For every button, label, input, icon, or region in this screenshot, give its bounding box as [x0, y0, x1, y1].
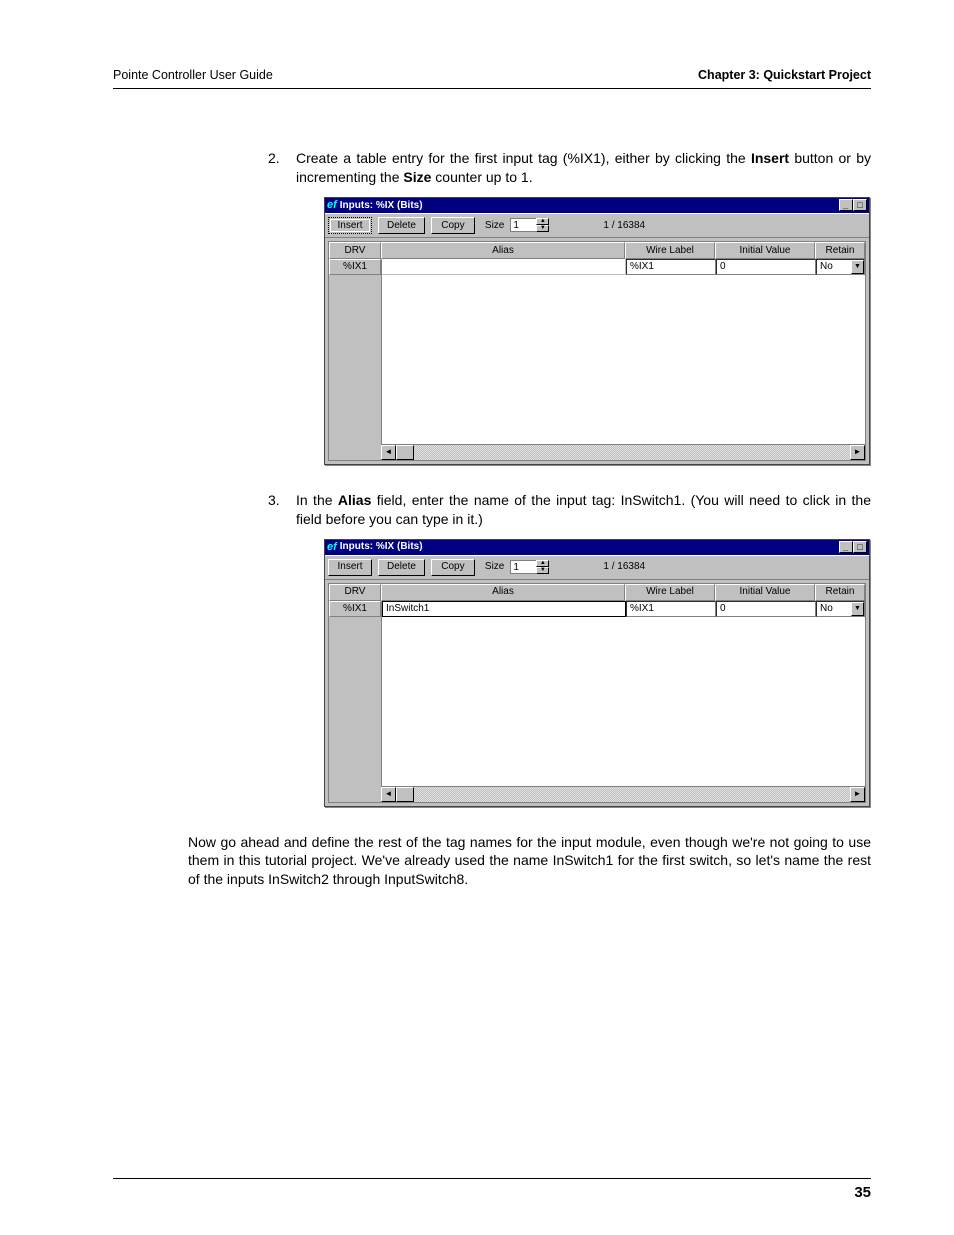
toolbar: Insert Delete Copy Size ▲ ▼ 1 / 16384 — [325, 213, 869, 238]
insert-button[interactable]: Insert — [328, 217, 372, 234]
size-input[interactable] — [510, 218, 536, 232]
page-number: 35 — [854, 1184, 871, 1201]
step-2: 2. Create a table entry for the first in… — [268, 149, 871, 465]
delete-button[interactable]: Delete — [378, 217, 425, 234]
scroll-left-icon[interactable]: ◄ — [381, 445, 396, 460]
row-header-column: %IX1 — [329, 601, 382, 802]
window-titlebar[interactable]: ef Inputs: %IX (Bits) _ □ — [325, 198, 869, 213]
dropdown-icon[interactable]: ▼ — [851, 602, 864, 616]
scroll-thumb[interactable] — [396, 787, 414, 802]
cell-retain-value: No — [820, 260, 833, 274]
col-wire-label[interactable]: Wire Label — [625, 242, 715, 259]
cell-retain-value: No — [820, 602, 833, 616]
col-retain[interactable]: Retain — [815, 584, 865, 601]
window-title: Inputs: %IX (Bits) — [340, 199, 423, 213]
table-row: %IX1 0 No ▼ — [382, 259, 865, 275]
step-3-text-a: In the — [296, 492, 338, 508]
cell-initial-value[interactable]: 0 — [716, 259, 816, 275]
cell-wire-label[interactable]: %IX1 — [626, 259, 716, 275]
cell-alias[interactable] — [382, 259, 626, 275]
step-3-number: 3. — [268, 491, 280, 510]
minimize-button[interactable]: _ — [839, 541, 853, 553]
delete-button[interactable]: Delete — [378, 559, 425, 576]
step-3-bold-alias: Alias — [338, 492, 371, 508]
window-titlebar[interactable]: ef Inputs: %IX (Bits) _ □ — [325, 540, 869, 555]
cell-initial-value[interactable]: 0 — [716, 601, 816, 617]
spinner-down-icon[interactable]: ▼ — [536, 567, 549, 574]
col-alias[interactable]: Alias — [381, 242, 625, 259]
cell-wire-label[interactable]: %IX1 — [626, 601, 716, 617]
col-drv[interactable]: DRV — [329, 584, 381, 601]
horizontal-scrollbar[interactable]: ◄ ► — [381, 444, 865, 460]
copy-button[interactable]: Copy — [431, 559, 475, 576]
grid-header-row: DRV Alias Wire Label Initial Value Retai… — [329, 242, 865, 259]
cell-alias[interactable]: InSwitch1 — [382, 601, 626, 617]
step-3: 3. In the Alias field, enter the name of… — [268, 491, 871, 807]
app-icon: ef — [327, 540, 337, 555]
toolbar: Insert Delete Copy Size ▲ ▼ 1 / 16384 — [325, 555, 869, 580]
closing-paragraph: Now go ahead and define the rest of the … — [188, 833, 871, 890]
window-title: Inputs: %IX (Bits) — [340, 540, 423, 554]
step-3-text-b: field, enter the name of the input tag: … — [296, 492, 871, 527]
minimize-button[interactable]: _ — [839, 199, 853, 211]
copy-button[interactable]: Copy — [431, 217, 475, 234]
col-initial-value[interactable]: Initial Value — [715, 242, 815, 259]
running-header: Pointe Controller User Guide Chapter 3: … — [113, 68, 871, 89]
maximize-button[interactable]: □ — [853, 199, 867, 211]
spinner-down-icon[interactable]: ▼ — [536, 225, 549, 232]
footer-rule — [113, 1178, 871, 1179]
scroll-right-icon[interactable]: ► — [850, 787, 865, 802]
size-spinner[interactable]: ▲ ▼ — [510, 218, 549, 232]
dropdown-icon[interactable]: ▼ — [851, 260, 864, 274]
row-header[interactable]: %IX1 — [329, 259, 381, 275]
cell-retain[interactable]: No ▼ — [816, 259, 865, 275]
spinner-up-icon[interactable]: ▲ — [536, 560, 549, 567]
size-counter: 1 / 16384 — [603, 560, 645, 574]
size-label: Size — [485, 560, 504, 574]
tag-grid: DRV Alias Wire Label Initial Value Retai… — [328, 241, 866, 461]
step-2-text-c: counter up to 1. — [431, 169, 532, 185]
horizontal-scrollbar[interactable]: ◄ ► — [381, 786, 865, 802]
size-label: Size — [485, 219, 504, 233]
col-alias[interactable]: Alias — [381, 584, 625, 601]
spinner-up-icon[interactable]: ▲ — [536, 218, 549, 225]
size-spinner[interactable]: ▲ ▼ — [510, 560, 549, 574]
scroll-right-icon[interactable]: ► — [850, 445, 865, 460]
row-header-column: %IX1 — [329, 259, 382, 460]
size-counter: 1 / 16384 — [603, 219, 645, 233]
step-2-bold-insert: Insert — [751, 150, 789, 166]
step-2-bold-size: Size — [403, 169, 431, 185]
row-header[interactable]: %IX1 — [329, 601, 381, 617]
step-2-number: 2. — [268, 149, 280, 168]
tag-grid: DRV Alias Wire Label Initial Value Retai… — [328, 583, 866, 803]
header-right: Chapter 3: Quickstart Project — [698, 68, 871, 82]
col-retain[interactable]: Retain — [815, 242, 865, 259]
col-drv[interactable]: DRV — [329, 242, 381, 259]
screenshot-1: ef Inputs: %IX (Bits) _ □ Insert Delete … — [324, 197, 870, 465]
step-2-text-a: Create a table entry for the first input… — [296, 150, 751, 166]
scroll-thumb[interactable] — [396, 445, 414, 460]
size-input[interactable] — [510, 560, 536, 574]
body-content: 2. Create a table entry for the first in… — [268, 149, 871, 889]
grid-header-row: DRV Alias Wire Label Initial Value Retai… — [329, 584, 865, 601]
app-icon: ef — [327, 198, 337, 213]
col-initial-value[interactable]: Initial Value — [715, 584, 815, 601]
header-left: Pointe Controller User Guide — [113, 68, 273, 82]
insert-button[interactable]: Insert — [328, 559, 372, 576]
document-page: Pointe Controller User Guide Chapter 3: … — [0, 0, 954, 1235]
maximize-button[interactable]: □ — [853, 541, 867, 553]
table-row: InSwitch1 %IX1 0 No ▼ — [382, 601, 865, 617]
cell-retain[interactable]: No ▼ — [816, 601, 865, 617]
scroll-left-icon[interactable]: ◄ — [381, 787, 396, 802]
col-wire-label[interactable]: Wire Label — [625, 584, 715, 601]
screenshot-2: ef Inputs: %IX (Bits) _ □ Insert Delete … — [324, 539, 870, 807]
